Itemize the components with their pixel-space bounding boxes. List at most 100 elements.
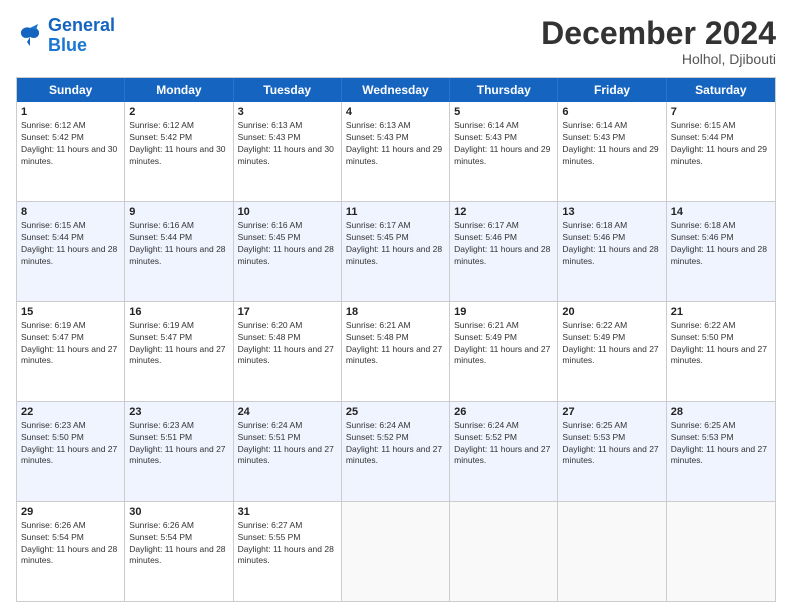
day-number: 20 (562, 305, 661, 319)
cell-info: Sunrise: 6:17 AMSunset: 5:45 PMDaylight:… (346, 220, 442, 265)
calendar-row-4: 22 Sunrise: 6:23 AMSunset: 5:50 PMDaylig… (17, 402, 775, 502)
calendar-row-2: 8 Sunrise: 6:15 AMSunset: 5:44 PMDayligh… (17, 202, 775, 302)
empty-cell (450, 502, 558, 601)
day-number: 21 (671, 305, 771, 319)
day-cell-5: 5 Sunrise: 6:14 AMSunset: 5:43 PMDayligh… (450, 102, 558, 201)
cell-info: Sunrise: 6:20 AMSunset: 5:48 PMDaylight:… (238, 320, 334, 365)
cell-info: Sunrise: 6:19 AMSunset: 5:47 PMDaylight:… (21, 320, 117, 365)
day-number: 22 (21, 405, 120, 419)
header-day-sunday: Sunday (17, 78, 125, 102)
day-number: 28 (671, 405, 771, 419)
day-number: 27 (562, 405, 661, 419)
day-number: 30 (129, 505, 228, 519)
header-day-thursday: Thursday (450, 78, 558, 102)
cell-info: Sunrise: 6:25 AMSunset: 5:53 PMDaylight:… (671, 420, 767, 465)
day-number: 29 (21, 505, 120, 519)
day-cell-14: 14 Sunrise: 6:18 AMSunset: 5:46 PMDaylig… (667, 202, 775, 301)
day-cell-12: 12 Sunrise: 6:17 AMSunset: 5:46 PMDaylig… (450, 202, 558, 301)
day-number: 19 (454, 305, 553, 319)
day-cell-6: 6 Sunrise: 6:14 AMSunset: 5:43 PMDayligh… (558, 102, 666, 201)
day-number: 8 (21, 205, 120, 219)
day-number: 6 (562, 105, 661, 119)
day-number: 25 (346, 405, 445, 419)
day-cell-11: 11 Sunrise: 6:17 AMSunset: 5:45 PMDaylig… (342, 202, 450, 301)
day-number: 24 (238, 405, 337, 419)
day-cell-25: 25 Sunrise: 6:24 AMSunset: 5:52 PMDaylig… (342, 402, 450, 501)
cell-info: Sunrise: 6:18 AMSunset: 5:46 PMDaylight:… (562, 220, 658, 265)
day-cell-20: 20 Sunrise: 6:22 AMSunset: 5:49 PMDaylig… (558, 302, 666, 401)
cell-info: Sunrise: 6:23 AMSunset: 5:50 PMDaylight:… (21, 420, 117, 465)
day-cell-9: 9 Sunrise: 6:16 AMSunset: 5:44 PMDayligh… (125, 202, 233, 301)
header-day-friday: Friday (558, 78, 666, 102)
day-number: 3 (238, 105, 337, 119)
day-number: 10 (238, 205, 337, 219)
cell-info: Sunrise: 6:21 AMSunset: 5:48 PMDaylight:… (346, 320, 442, 365)
cell-info: Sunrise: 6:26 AMSunset: 5:54 PMDaylight:… (21, 520, 117, 565)
day-cell-4: 4 Sunrise: 6:13 AMSunset: 5:43 PMDayligh… (342, 102, 450, 201)
cell-info: Sunrise: 6:15 AMSunset: 5:44 PMDaylight:… (671, 120, 767, 165)
logo: General Blue (16, 16, 115, 56)
cell-info: Sunrise: 6:26 AMSunset: 5:54 PMDaylight:… (129, 520, 225, 565)
cell-info: Sunrise: 6:21 AMSunset: 5:49 PMDaylight:… (454, 320, 550, 365)
day-cell-21: 21 Sunrise: 6:22 AMSunset: 5:50 PMDaylig… (667, 302, 775, 401)
day-cell-30: 30 Sunrise: 6:26 AMSunset: 5:54 PMDaylig… (125, 502, 233, 601)
day-number: 7 (671, 105, 771, 119)
cell-info: Sunrise: 6:19 AMSunset: 5:47 PMDaylight:… (129, 320, 225, 365)
cell-info: Sunrise: 6:22 AMSunset: 5:49 PMDaylight:… (562, 320, 658, 365)
empty-cell (558, 502, 666, 601)
day-cell-29: 29 Sunrise: 6:26 AMSunset: 5:54 PMDaylig… (17, 502, 125, 601)
cell-info: Sunrise: 6:24 AMSunset: 5:52 PMDaylight:… (454, 420, 550, 465)
day-cell-22: 22 Sunrise: 6:23 AMSunset: 5:50 PMDaylig… (17, 402, 125, 501)
cell-info: Sunrise: 6:13 AMSunset: 5:43 PMDaylight:… (238, 120, 334, 165)
empty-cell (667, 502, 775, 601)
calendar-header: SundayMondayTuesdayWednesdayThursdayFrid… (17, 78, 775, 102)
cell-info: Sunrise: 6:27 AMSunset: 5:55 PMDaylight:… (238, 520, 334, 565)
day-cell-13: 13 Sunrise: 6:18 AMSunset: 5:46 PMDaylig… (558, 202, 666, 301)
day-number: 13 (562, 205, 661, 219)
cell-info: Sunrise: 6:16 AMSunset: 5:44 PMDaylight:… (129, 220, 225, 265)
day-cell-10: 10 Sunrise: 6:16 AMSunset: 5:45 PMDaylig… (234, 202, 342, 301)
day-cell-15: 15 Sunrise: 6:19 AMSunset: 5:47 PMDaylig… (17, 302, 125, 401)
cell-info: Sunrise: 6:25 AMSunset: 5:53 PMDaylight:… (562, 420, 658, 465)
cell-info: Sunrise: 6:24 AMSunset: 5:51 PMDaylight:… (238, 420, 334, 465)
day-cell-27: 27 Sunrise: 6:25 AMSunset: 5:53 PMDaylig… (558, 402, 666, 501)
cell-info: Sunrise: 6:23 AMSunset: 5:51 PMDaylight:… (129, 420, 225, 465)
day-number: 2 (129, 105, 228, 119)
cell-info: Sunrise: 6:12 AMSunset: 5:42 PMDaylight:… (21, 120, 117, 165)
cell-info: Sunrise: 6:14 AMSunset: 5:43 PMDaylight:… (562, 120, 658, 165)
day-number: 14 (671, 205, 771, 219)
header-day-monday: Monday (125, 78, 233, 102)
day-cell-28: 28 Sunrise: 6:25 AMSunset: 5:53 PMDaylig… (667, 402, 775, 501)
page-header: General Blue December 2024 Holhol, Djibo… (16, 16, 776, 67)
header-day-tuesday: Tuesday (234, 78, 342, 102)
day-cell-19: 19 Sunrise: 6:21 AMSunset: 5:49 PMDaylig… (450, 302, 558, 401)
location: Holhol, Djibouti (541, 51, 776, 67)
day-cell-26: 26 Sunrise: 6:24 AMSunset: 5:52 PMDaylig… (450, 402, 558, 501)
month-title: December 2024 (541, 16, 776, 51)
logo-icon (16, 22, 44, 50)
day-cell-3: 3 Sunrise: 6:13 AMSunset: 5:43 PMDayligh… (234, 102, 342, 201)
cell-info: Sunrise: 6:17 AMSunset: 5:46 PMDaylight:… (454, 220, 550, 265)
day-number: 23 (129, 405, 228, 419)
day-cell-8: 8 Sunrise: 6:15 AMSunset: 5:44 PMDayligh… (17, 202, 125, 301)
title-block: December 2024 Holhol, Djibouti (541, 16, 776, 67)
day-number: 15 (21, 305, 120, 319)
day-cell-31: 31 Sunrise: 6:27 AMSunset: 5:55 PMDaylig… (234, 502, 342, 601)
empty-cell (342, 502, 450, 601)
day-cell-24: 24 Sunrise: 6:24 AMSunset: 5:51 PMDaylig… (234, 402, 342, 501)
calendar-row-1: 1 Sunrise: 6:12 AMSunset: 5:42 PMDayligh… (17, 102, 775, 202)
day-cell-2: 2 Sunrise: 6:12 AMSunset: 5:42 PMDayligh… (125, 102, 233, 201)
cell-info: Sunrise: 6:14 AMSunset: 5:43 PMDaylight:… (454, 120, 550, 165)
calendar: SundayMondayTuesdayWednesdayThursdayFrid… (16, 77, 776, 602)
day-cell-16: 16 Sunrise: 6:19 AMSunset: 5:47 PMDaylig… (125, 302, 233, 401)
day-number: 12 (454, 205, 553, 219)
day-number: 5 (454, 105, 553, 119)
day-cell-17: 17 Sunrise: 6:20 AMSunset: 5:48 PMDaylig… (234, 302, 342, 401)
cell-info: Sunrise: 6:16 AMSunset: 5:45 PMDaylight:… (238, 220, 334, 265)
calendar-row-3: 15 Sunrise: 6:19 AMSunset: 5:47 PMDaylig… (17, 302, 775, 402)
calendar-body: 1 Sunrise: 6:12 AMSunset: 5:42 PMDayligh… (17, 102, 775, 601)
day-number: 17 (238, 305, 337, 319)
day-number: 31 (238, 505, 337, 519)
day-cell-1: 1 Sunrise: 6:12 AMSunset: 5:42 PMDayligh… (17, 102, 125, 201)
day-cell-7: 7 Sunrise: 6:15 AMSunset: 5:44 PMDayligh… (667, 102, 775, 201)
